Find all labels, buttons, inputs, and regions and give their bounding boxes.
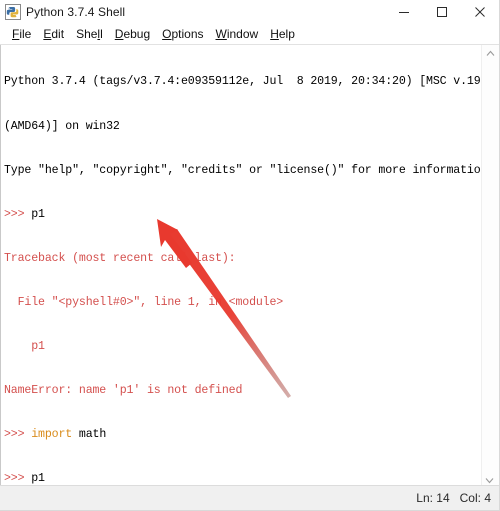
console-line: (AMD64)] on win32 (4, 120, 481, 135)
prompt-marker: >>> (4, 472, 32, 486)
traceback-text: p1 (4, 340, 45, 354)
window-controls (385, 0, 499, 24)
menu-edit[interactable]: Edit (37, 25, 70, 44)
console-line: Python 3.7.4 (tags/v3.7.4:e09359112e, Ju… (4, 75, 494, 90)
console-line: >>> import math (4, 428, 481, 443)
console-line: >>> p1 (4, 208, 481, 223)
prompt-marker: >>> (4, 428, 32, 442)
console-line: File "<pyshell#0>", line 1, in <module> (4, 296, 481, 311)
menu-debug[interactable]: Debug (109, 25, 156, 44)
console-line-text: p1 (31, 472, 45, 486)
status-line-number: Ln: 14 (416, 490, 450, 505)
vertical-scrollbar[interactable] (481, 45, 499, 488)
console-line-text: p1 (31, 207, 45, 221)
menu-bar: File Edit Shell Debug Options Window Hel… (0, 25, 499, 45)
console-line: Traceback (most recent call last): (4, 252, 481, 267)
status-column-number: Col: 4 (459, 491, 491, 505)
shell-text-area[interactable]: Python 3.7.4 (tags/v3.7.4:e09359112e, Ju… (0, 45, 499, 488)
console-line-text: Python 3.7.4 (tags/v3.7.4:e09359112e, Ju… (4, 75, 499, 89)
keyword-token: import (31, 428, 73, 442)
traceback-file-text: File "<pyshell#0>", line 1, in <module> (4, 295, 284, 309)
console-line: Type "help", "copyright", "credits" or "… (4, 164, 494, 179)
console-line-text: Type "help", "copyright", "credits" or "… (4, 163, 495, 177)
python-shell-window: Python 3.7.4 Shell File Edit Shell Debug… (0, 0, 500, 511)
console-line: NameError: name 'p1' is not defined (4, 384, 481, 399)
console-output[interactable]: Python 3.7.4 (tags/v3.7.4:e09359112e, Ju… (4, 46, 494, 488)
prompt-marker: >>> (4, 207, 32, 221)
console-line-text: math (72, 428, 107, 442)
title-bar[interactable]: Python 3.7.4 Shell (0, 0, 499, 25)
maximize-button[interactable] (423, 0, 461, 24)
menu-file[interactable]: File (6, 25, 37, 44)
window-title: Python 3.7.4 Shell (26, 5, 126, 19)
error-message-text: NameError: name 'p1' is not defined (4, 384, 243, 398)
console-line: p1 (4, 340, 481, 355)
chevron-up-icon[interactable] (482, 45, 499, 62)
menu-help[interactable]: Help (264, 25, 301, 44)
minimize-button[interactable] (385, 0, 423, 24)
status-bar: Ln: 14 Col: 4 (0, 485, 499, 510)
python-idle-icon (5, 4, 21, 20)
console-line-text: (AMD64)] on win32 (4, 119, 120, 133)
menu-window[interactable]: Window (210, 25, 265, 44)
close-button[interactable] (461, 0, 499, 24)
traceback-text: Traceback (most recent call last): (4, 251, 236, 265)
menu-options[interactable]: Options (156, 25, 209, 44)
menu-shell[interactable]: Shell (70, 25, 109, 44)
